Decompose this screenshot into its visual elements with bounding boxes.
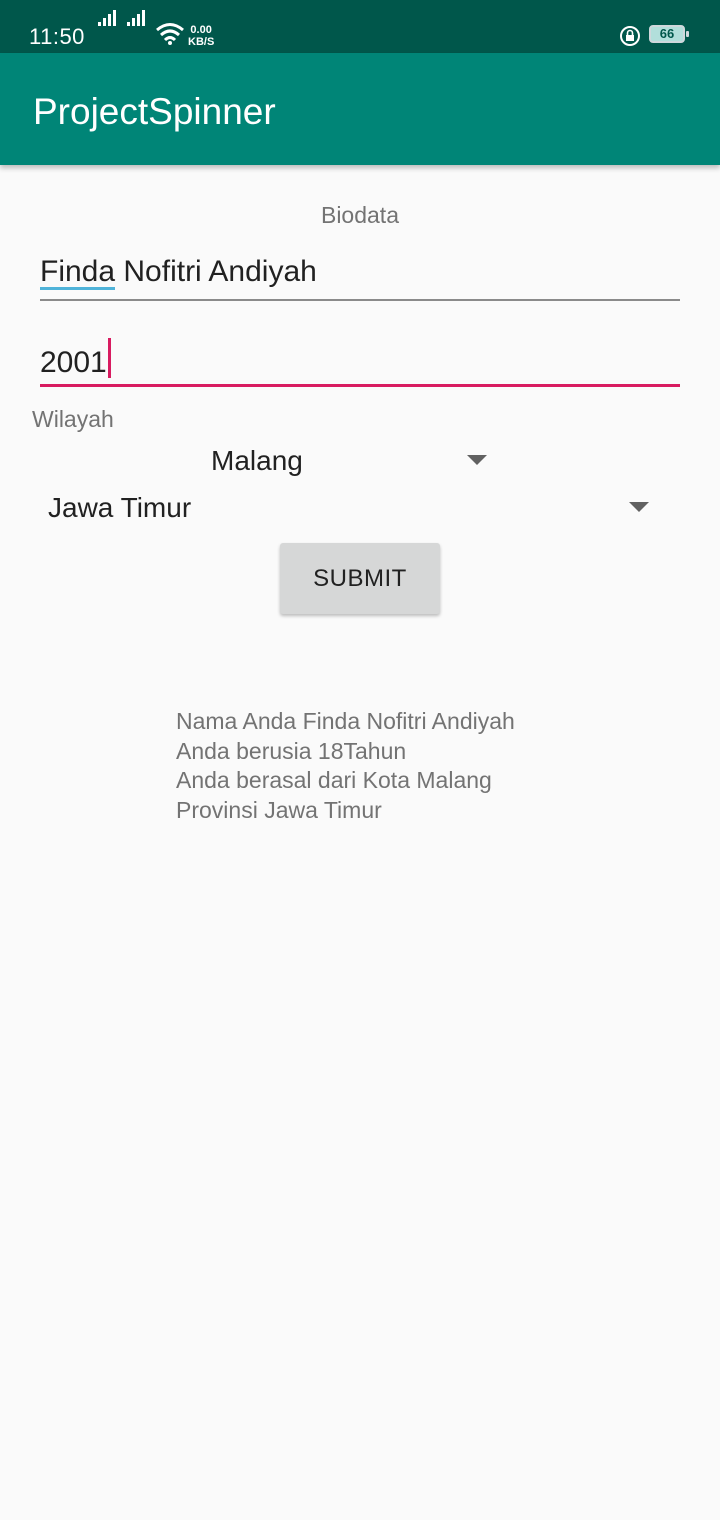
province-spinner-value: Jawa Timur xyxy=(48,492,192,523)
year-input[interactable]: 2001 xyxy=(40,338,680,387)
result-line: Anda berusia 18Tahun xyxy=(176,737,407,764)
name-input[interactable]: Finda Nofitri Andiyah xyxy=(40,255,680,301)
biodata-label: Biodata xyxy=(320,202,399,228)
app-bar: ProjectSpinner xyxy=(0,53,720,165)
province-spinner[interactable]: Jawa Timur xyxy=(48,492,654,532)
result-text: Nama Anda Finda Nofitri Andiyah Anda ber… xyxy=(176,707,515,825)
battery-tip xyxy=(686,31,689,37)
status-bar: 11:50 0.00 KB/S 66 xyxy=(0,0,720,53)
text-cursor xyxy=(107,338,111,378)
result-line: Provinsi Jawa Timur xyxy=(176,796,382,823)
dropdown-arrow-icon xyxy=(629,502,649,512)
wifi-icon xyxy=(156,23,184,45)
net-speed-unit: KB/S xyxy=(188,36,215,48)
app-title: ProjectSpinner xyxy=(33,91,276,132)
net-speed: 0.00 KB/S xyxy=(188,24,214,48)
region-label: Wilayah xyxy=(32,406,114,432)
status-time: 11:50 xyxy=(29,24,85,49)
name-input-text: Nofitri Andiyah xyxy=(115,255,317,288)
battery-icon: 66 xyxy=(649,25,685,43)
net-speed-value: 0.00 xyxy=(190,24,212,36)
result-line: Anda berasal dari Kota Malang xyxy=(176,767,492,793)
rotation-lock-icon xyxy=(620,26,640,46)
spellcheck-word: Finda xyxy=(40,255,116,288)
city-spinner-value: Malang xyxy=(211,445,303,476)
city-spinner[interactable]: Malang xyxy=(211,445,495,485)
result-line: Nama Anda Finda Nofitri Andiyah xyxy=(176,708,515,734)
dropdown-arrow-icon xyxy=(467,455,487,465)
submit-button[interactable]: SUBMIT xyxy=(280,543,440,614)
year-input-text: 2001 xyxy=(40,346,107,379)
